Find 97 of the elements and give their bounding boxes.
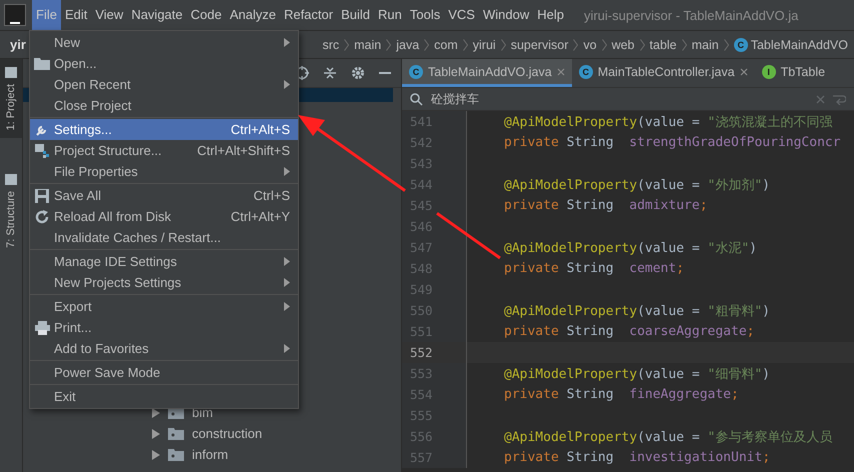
reload-icon (35, 210, 49, 224)
project-name[interactable]: yir (10, 37, 26, 52)
menu-item[interactable]: Refactor (280, 0, 338, 30)
breadcrumb-item[interactable]: table (650, 38, 677, 52)
app-logo-icon (4, 4, 26, 26)
shortcut-text: Ctrl+S (254, 188, 290, 203)
menu-item[interactable]: Window (478, 0, 534, 30)
code-text: private String coarseAggregate; (503, 324, 754, 339)
breadcrumb-item[interactable]: yirui (472, 38, 496, 52)
code-text: @ApiModelProperty(value = "浇筑混凝土的不同强 (503, 114, 832, 130)
code-text: private String strengthGradeOfPouringConcr (503, 135, 841, 150)
chevron-icon (640, 38, 645, 50)
collapsed-arrow-icon[interactable] (151, 428, 160, 438)
folder-name[interactable]: bim (192, 405, 213, 420)
code-text: private String investigationUnit; (503, 450, 770, 465)
code-text: @ApiModelProperty(value = "参与考察单位及人员 (503, 428, 832, 446)
menu-item[interactable]: View (91, 0, 128, 30)
menu-item[interactable]: Code (186, 0, 226, 30)
chevron-icon (462, 38, 468, 50)
shortcut-text: Ctrl+Alt+Shift+S (197, 143, 290, 158)
close-icon[interactable] (556, 68, 565, 76)
menu-item[interactable]: Reload All from Disk Ctrl+Alt+Y (30, 206, 298, 227)
breadcrumb-item[interactable]: web (612, 38, 635, 52)
collapsed-arrow-icon[interactable] (151, 450, 160, 460)
menu-item[interactable]: Close Project (30, 95, 298, 116)
menu-item[interactable]: Navigate (127, 0, 187, 30)
menu-item[interactable]: Project Structure... Ctrl+Alt+Shift+S (30, 140, 298, 161)
file-type-icon: C (578, 64, 593, 78)
breadcrumb-item[interactable]: src (322, 38, 340, 52)
file-type-icon: C (409, 64, 423, 78)
menu-item[interactable]: File (32, 0, 61, 30)
code-text: private String cement; (503, 261, 684, 276)
menu-item[interactable]: VCS (444, 0, 479, 30)
structure-icon (34, 144, 50, 158)
tool-window-tab[interactable]: 7: Structure (0, 166, 22, 256)
settings-icon[interactable] (351, 66, 365, 80)
code-text: @ApiModelProperty(value = "细骨料") (503, 366, 770, 382)
breadcrumb-item[interactable]: supervisor (510, 38, 568, 52)
menu-item[interactable]: Add to Favorites (30, 338, 298, 359)
folder-icon (168, 448, 184, 461)
printer-icon (34, 320, 50, 334)
folder-icon (34, 57, 50, 70)
collapsed-arrow-icon[interactable] (151, 408, 160, 418)
search-input[interactable]: 砼搅拌车 (431, 92, 808, 106)
menu-item[interactable]: Save All Ctrl+S (30, 185, 298, 206)
chevron-icon (386, 38, 392, 50)
menu-item[interactable]: Print... (30, 317, 298, 338)
chevron-icon (724, 38, 729, 50)
code-text: private String admixture; (503, 198, 708, 213)
window-title: yirui-supervisor - TableMainAddVO.ja (584, 8, 798, 22)
shortcut-text: Ctrl+Alt+S (230, 122, 290, 137)
tool-window-tab[interactable]: 1: Project (0, 59, 22, 138)
menu-item[interactable]: Export (30, 296, 298, 317)
menu-item[interactable]: Exit (30, 386, 298, 407)
menu-item[interactable]: File Properties (30, 161, 298, 182)
menu-item[interactable]: Power Save Mode (30, 362, 298, 383)
code-text: @ApiModelProperty(value = "水泥") (503, 240, 757, 256)
code-text: @ApiModelProperty(value = "粗骨料") (503, 302, 770, 320)
editor-tab[interactable]: C TableMainAddVO.java (402, 59, 572, 87)
breadcrumb-item[interactable]: java (396, 38, 420, 52)
menu-item[interactable]: Analyze (226, 0, 280, 30)
code-text: @ApiModelProperty(value = "外加剂") (503, 176, 770, 194)
menu-item[interactable]: New (30, 32, 298, 53)
folder-name[interactable]: inform (192, 447, 228, 462)
menu-item[interactable]: Open Recent (30, 74, 298, 95)
menu-item[interactable]: New Projects Settings (30, 272, 298, 293)
save-icon (35, 188, 49, 202)
chevron-icon (500, 38, 506, 50)
menu-item[interactable]: Tools (406, 0, 444, 30)
search-icon (410, 92, 423, 106)
file-type-icon: I (762, 64, 776, 78)
close-icon[interactable] (740, 68, 748, 76)
breadcrumb-item[interactable]: main (692, 38, 719, 52)
menu-item[interactable]: Manage IDE Settings (30, 251, 298, 272)
breadcrumb-item[interactable]: main (354, 38, 382, 52)
shortcut-text: Ctrl+Alt+Y (230, 209, 290, 224)
folder-name[interactable]: construction (192, 426, 262, 441)
menu-item[interactable]: Run (374, 0, 406, 30)
class-icon: C (734, 38, 748, 52)
breadcrumb-item[interactable]: com (434, 38, 458, 52)
menu-item[interactable]: Settings... Ctrl+Alt+S (30, 119, 298, 140)
menu-item[interactable]: Help (533, 0, 568, 30)
chevron-icon (344, 38, 350, 50)
chevron-icon (573, 38, 578, 50)
chevron-icon (602, 38, 607, 50)
menu-item[interactable]: Invalidate Caches / Restart... (30, 227, 298, 248)
menu-item[interactable]: Edit (60, 0, 92, 30)
menu-item[interactable]: Build (337, 0, 374, 30)
menu-item[interactable]: Open... (30, 53, 298, 74)
collapse-icon[interactable] (323, 66, 337, 80)
chevron-icon (424, 38, 430, 50)
search-field[interactable]: 砼搅拌车 (402, 87, 854, 111)
code-text: private String fineAggregate; (503, 387, 739, 402)
breadcrumb-item[interactable]: vo (583, 38, 597, 52)
breadcrumb-item[interactable]: C TableMainAddVO (734, 38, 848, 52)
chevron-icon (682, 38, 687, 50)
folder-icon (168, 427, 184, 440)
